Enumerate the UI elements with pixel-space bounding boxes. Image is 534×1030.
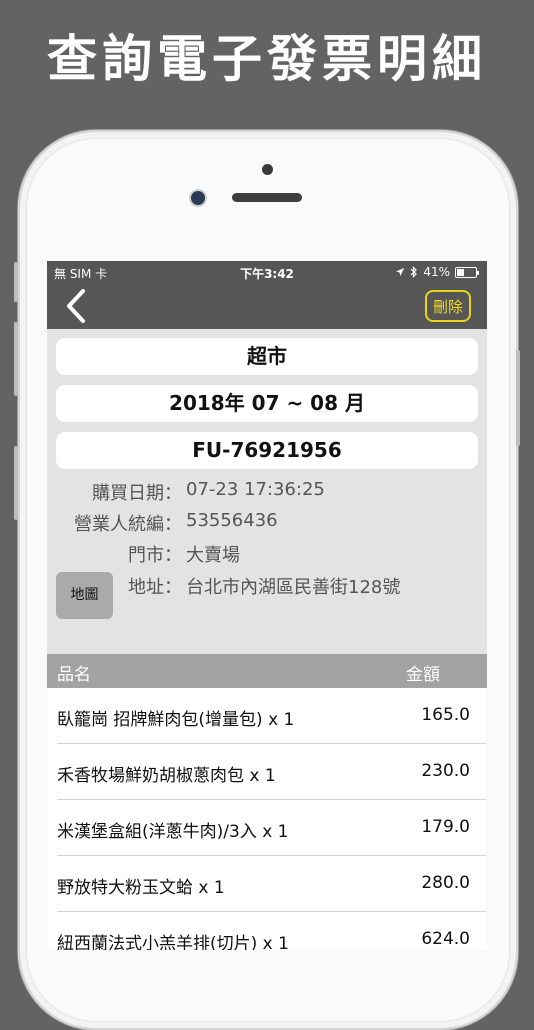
detail-value: 大賣場	[186, 545, 240, 566]
column-header-name: 品名	[57, 665, 91, 685]
app-screen: 無 SIM 卡 下午3:42 41% 刪除 超市 2018年 07 ~ 08 月…	[47, 261, 487, 950]
battery-level-fill	[457, 268, 465, 276]
invoice-period-field: 2018年 07 ~ 08 月	[56, 385, 478, 422]
detail-label: 門市：	[128, 545, 182, 566]
table-header: 品名 金額	[47, 654, 487, 688]
detail-label: 營業人統編：	[74, 514, 182, 535]
detail-label: 購買日期：	[92, 483, 182, 504]
item-name: 臥籠崗 招牌鮮肉包(增量包) x 1	[57, 710, 295, 730]
table-row[interactable]: 米漢堡盒組(洋蔥牛肉)/3入 x 1 179.0	[47, 800, 487, 856]
column-header-amount: 金額	[406, 665, 440, 685]
bluetooth-icon	[410, 266, 418, 278]
detail-value: 07-23 17:36:25	[186, 479, 325, 500]
item-amount: 624.0	[421, 929, 470, 949]
detail-purchase-date: 購買日期： 07-23 17:36:25	[47, 479, 487, 505]
battery-icon	[455, 266, 479, 278]
item-name: 米漢堡盒組(洋蔥牛肉)/3入 x 1	[57, 822, 289, 842]
earpiece-speaker	[232, 193, 302, 202]
table-row[interactable]: 臥籠崗 招牌鮮肉包(增量包) x 1 165.0	[47, 688, 487, 744]
item-name: 野放特大粉玉文蛤 x 1	[57, 878, 225, 898]
item-amount: 165.0	[421, 705, 470, 725]
item-name: 紐西蘭法式小羔羊排(切片) x 1	[57, 934, 289, 950]
table-row[interactable]: 禾香牧場鮮奶胡椒蔥肉包 x 1 230.0	[47, 744, 487, 800]
invoice-number-field: FU-76921956	[56, 432, 478, 469]
navigation-bar: 刪除	[47, 283, 487, 329]
mute-switch	[14, 262, 18, 302]
item-amount: 179.0	[421, 817, 470, 837]
detail-business-id: 營業人統編： 53556436	[47, 510, 487, 536]
location-arrow-icon	[396, 268, 405, 276]
item-list: 臥籠崗 招牌鮮肉包(增量包) x 1 165.0 禾香牧場鮮奶胡椒蔥肉包 x 1…	[47, 688, 487, 950]
item-name: 禾香牧場鮮奶胡椒蔥肉包 x 1	[57, 766, 276, 786]
item-amount: 280.0	[421, 873, 470, 893]
delete-button[interactable]: 刪除	[424, 290, 471, 322]
detail-value: 53556436	[186, 510, 278, 531]
chevron-left-icon[interactable]	[61, 287, 91, 325]
front-sensor	[262, 164, 273, 175]
status-bar: 無 SIM 卡 下午3:42 41%	[47, 261, 487, 283]
volume-up-button	[14, 322, 18, 396]
battery-percent: 41%	[423, 265, 450, 279]
power-button	[516, 350, 520, 446]
banner-title: 查詢電子發票明細	[47, 30, 487, 88]
map-button[interactable]: 地圖	[56, 572, 113, 619]
table-row[interactable]: 野放特大粉玉文蛤 x 1 280.0	[47, 856, 487, 912]
table-row[interactable]: 紐西蘭法式小羔羊排(切片) x 1 624.0	[47, 912, 487, 950]
detail-address: 地址： 台北市內湖區民善街128號	[47, 573, 487, 599]
store-type-field: 超市	[56, 338, 478, 375]
detail-store: 門市： 大賣場	[47, 541, 487, 567]
item-amount: 230.0	[421, 761, 470, 781]
front-camera-icon	[191, 191, 205, 205]
status-right: 41%	[395, 265, 479, 279]
volume-down-button	[14, 446, 18, 520]
detail-label: 地址：	[128, 577, 182, 598]
detail-value: 台北市內湖區民善街128號	[186, 577, 401, 598]
